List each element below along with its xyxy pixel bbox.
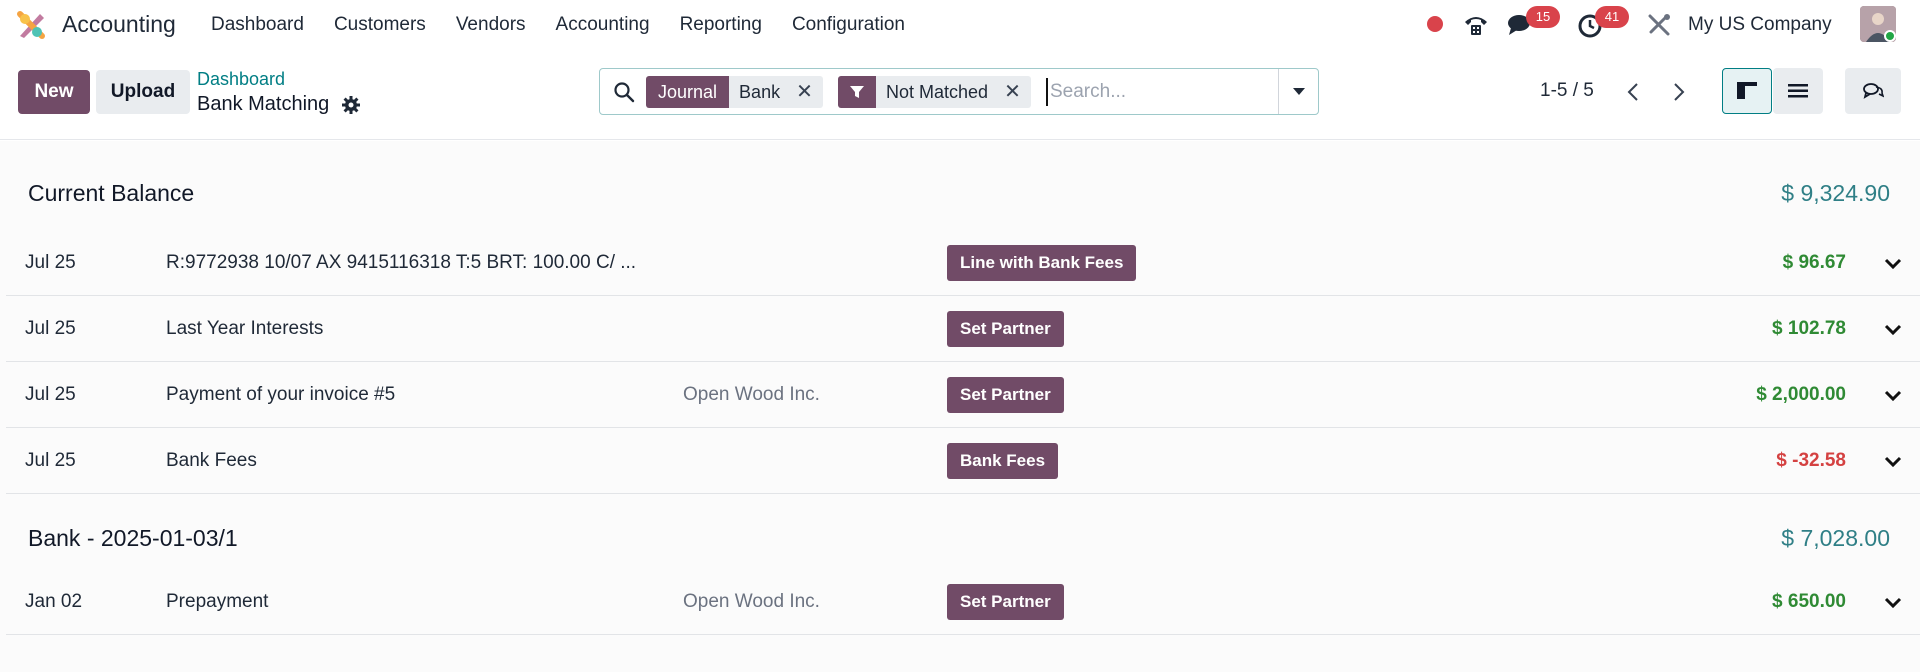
chevron-down-icon[interactable] (1882, 450, 1904, 472)
menu-configuration[interactable]: Configuration (792, 14, 905, 36)
statement-line-row[interactable]: Jan 02 Prepayment Open Wood Inc. Set Par… (6, 569, 1920, 635)
filter-icon (838, 76, 876, 108)
line-date: Jul 25 (25, 318, 76, 339)
journal-facet: Journal Bank ✕ (646, 76, 823, 108)
app-name[interactable]: Accounting (62, 11, 176, 38)
new-button[interactable]: New (18, 70, 90, 114)
pager-value[interactable]: 1-5 / 5 (1540, 80, 1594, 102)
line-date: Jan 02 (25, 591, 83, 612)
chatter-toggle-button[interactable] (1845, 68, 1901, 114)
list-view-button[interactable] (1773, 68, 1823, 114)
kanban-view-button[interactable] (1722, 68, 1772, 114)
activities-badge: 41 (1595, 6, 1629, 28)
line-amount: $ 96.67 (1782, 252, 1846, 273)
line-action-button[interactable]: Set Partner (947, 377, 1064, 413)
line-date: Jul 25 (25, 252, 76, 273)
phone-icon[interactable] (1462, 12, 1490, 38)
line-action-button[interactable]: Bank Fees (947, 443, 1059, 479)
top-navbar: Accounting Dashboard Customers Vendors A… (0, 0, 1920, 50)
caret-down-icon (1292, 87, 1305, 95)
group-title: Bank - 2025-01-03/1 (28, 525, 238, 551)
statement-line-row[interactable]: Jul 25 Payment of your invoice #5 Open W… (6, 362, 1920, 428)
online-status-icon (1884, 30, 1896, 42)
line-label: Prepayment (166, 591, 269, 612)
line-partner[interactable]: Open Wood Inc. (683, 384, 820, 406)
menu-reporting[interactable]: Reporting (680, 14, 762, 36)
gear-icon[interactable] (341, 95, 361, 115)
facet-value: Bank (729, 76, 791, 108)
list-icon (1788, 84, 1808, 98)
search-options-toggle[interactable] (1278, 69, 1318, 114)
facet-label: Journal (646, 76, 730, 108)
chevron-right-icon[interactable] (1666, 80, 1690, 104)
line-action-button[interactable]: Set Partner (947, 311, 1064, 347)
breadcrumb[interactable]: Dashboard (197, 69, 285, 90)
line-label: Last Year Interests (166, 318, 324, 339)
remove-facet-icon[interactable]: ✕ (790, 76, 823, 108)
chat-bubbles-icon (1863, 83, 1884, 99)
filter-facet: Not Matched ✕ (838, 76, 1031, 108)
accounting-app-icon[interactable] (16, 10, 46, 40)
group-header[interactable]: Current Balance $ 9,324.90 (0, 141, 1920, 207)
line-date: Jul 25 (25, 384, 76, 405)
chevron-down-icon[interactable] (1882, 591, 1904, 613)
line-label: Payment of your invoice #5 (166, 384, 396, 405)
user-avatar[interactable] (1860, 6, 1896, 42)
statement-line-row[interactable]: Jul 25 R:9772938 10/07 AX 9415116318 T:5… (6, 230, 1920, 296)
search-input[interactable] (1046, 78, 1276, 106)
line-label: Bank Fees (166, 450, 257, 471)
control-panel: New Upload Dashboard Bank Matching Journ… (0, 50, 1920, 140)
chevron-left-icon[interactable] (1622, 80, 1646, 104)
group-header[interactable]: Bank - 2025-01-03/1 $ 7,028.00 (0, 496, 1920, 562)
line-amount: $ 650.00 (1772, 591, 1846, 612)
line-partner[interactable]: Open Wood Inc. (683, 591, 820, 613)
statement-line-row[interactable]: Jul 25 Bank Fees Bank Fees $ -32.58 (6, 428, 1920, 494)
line-amount: $ 2,000.00 (1756, 384, 1846, 405)
upload-button[interactable]: Upload (96, 70, 190, 114)
kanban-icon (1737, 82, 1757, 99)
chevron-down-icon[interactable] (1882, 318, 1904, 340)
line-action-button[interactable]: Set Partner (947, 584, 1064, 620)
chevron-down-icon[interactable] (1882, 252, 1904, 274)
search-icon[interactable] (612, 80, 636, 104)
page-title: Bank Matching (197, 93, 330, 115)
line-date: Jul 25 (25, 450, 76, 471)
group-balance: $ 9,324.90 (1781, 180, 1890, 206)
group-title: Current Balance (28, 180, 195, 206)
menu-accounting[interactable]: Accounting (556, 14, 650, 36)
company-switcher[interactable]: My US Company (1688, 14, 1832, 36)
menu-dashboard[interactable]: Dashboard (211, 14, 304, 36)
main-menu: Dashboard Customers Vendors Accounting R… (211, 14, 935, 36)
bank-matching-list: Current Balance $ 9,324.90 Jul 25 R:9772… (0, 141, 1920, 672)
line-action-button[interactable]: Line with Bank Fees (947, 245, 1137, 281)
line-label: R:9772938 10/07 AX 9415116318 T:5 BRT: 1… (166, 252, 637, 273)
group-balance: $ 7,028.00 (1781, 525, 1890, 551)
menu-customers[interactable]: Customers (334, 14, 426, 36)
facet-value: Not Matched (876, 76, 999, 108)
menu-vendors[interactable]: Vendors (456, 14, 526, 36)
debug-tools-icon[interactable] (1645, 12, 1673, 38)
line-amount: $ -32.58 (1776, 450, 1846, 471)
recording-indicator-icon[interactable] (1427, 16, 1443, 32)
statement-line-row[interactable]: Jul 25 Last Year Interests Set Partner $… (6, 296, 1920, 362)
search-bar: Journal Bank ✕ Not Matched ✕ (599, 68, 1319, 115)
chevron-down-icon[interactable] (1882, 384, 1904, 406)
line-amount: $ 102.78 (1772, 318, 1846, 339)
remove-facet-icon[interactable]: ✕ (998, 76, 1031, 108)
messages-badge: 15 (1526, 6, 1560, 28)
